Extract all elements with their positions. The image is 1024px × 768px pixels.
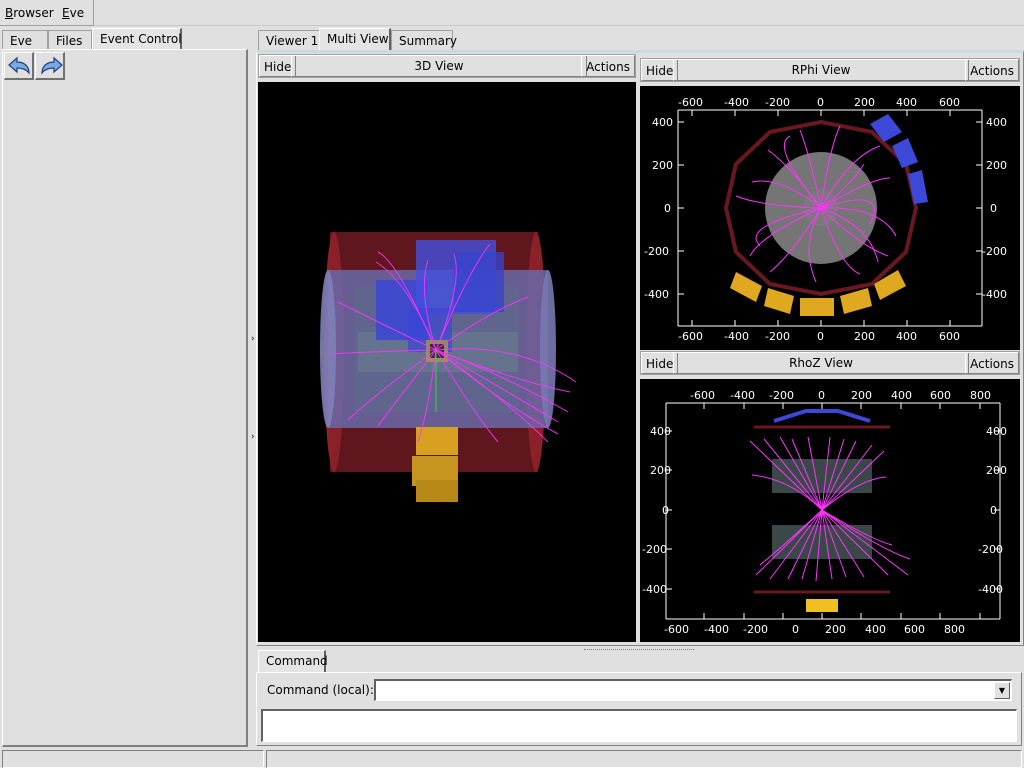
view3d-actions-button[interactable]: Actions — [581, 55, 635, 77]
left-panel: Eve Files Event Control — [0, 28, 248, 748]
menu-bar: Browser Eve — [0, 0, 1024, 26]
rphi-xtick-bottom: 200 — [854, 330, 875, 343]
rhoz-titlebar: Hide RhoZ View Actions — [640, 351, 1020, 375]
menu-group: Browser Eve — [0, 0, 94, 26]
rhoz-xtick-bottom: 0 — [792, 623, 799, 636]
rphi-xtick: -400 — [724, 96, 749, 109]
status-cell-right — [266, 750, 1022, 768]
rhoz-projection: -600 -400 -200 0 200 400 600 800 -600 -4… — [642, 389, 1007, 636]
menu-browser[interactable]: Browser — [5, 6, 54, 20]
rhoz-xtick-bottom: 800 — [944, 623, 965, 636]
rhoz-xtick-bottom: -400 — [704, 623, 729, 636]
rphi-xtick-bottom: 600 — [939, 330, 960, 343]
rphi-ytick: 400 — [652, 116, 673, 129]
rhoz-ytick-right: 400 — [986, 425, 1007, 438]
view3d-titlebar: Hide 3D View Actions — [258, 54, 636, 78]
rphi-ytick: 200 — [652, 159, 673, 172]
rphi-ytick: -400 — [644, 288, 669, 301]
rphi-xtick-bottom: -200 — [765, 330, 790, 343]
rphi-ytick-right: 200 — [986, 159, 1007, 172]
rhoz-canvas[interactable]: -600 -400 -200 0 200 400 600 800 -600 -4… — [640, 379, 1020, 642]
undo-arrow-icon — [8, 56, 30, 75]
rphi-xtick-bottom: -400 — [724, 330, 749, 343]
rphi-title: RPhi View — [791, 63, 851, 77]
tab-files[interactable]: Files — [48, 30, 92, 51]
redo-arrow-icon — [41, 56, 63, 75]
command-input[interactable]: ▼ — [374, 679, 1012, 701]
detector-3d-render — [320, 232, 577, 502]
rhoz-xtick: 600 — [930, 389, 951, 402]
tab-eve[interactable]: Eve — [2, 30, 48, 51]
command-label: Command (local): — [267, 683, 374, 697]
rphi-ytick-right: -200 — [982, 245, 1007, 258]
rphi-xtick: 0 — [817, 96, 824, 109]
rhoz-ytick-right: -400 — [978, 583, 1003, 596]
status-cell-left — [2, 750, 264, 768]
vertical-splitter[interactable]: › › — [248, 28, 256, 748]
rhoz-actions-button[interactable]: Actions — [965, 352, 1019, 374]
menu-eve[interactable]: Eve — [62, 6, 84, 20]
rhoz-xtick: 0 — [818, 389, 825, 402]
rhoz-ytick: -400 — [642, 583, 667, 596]
rphi-xtick: -200 — [765, 96, 790, 109]
rphi-canvas[interactable]: -600 -400 -200 0 200 400 600 -600 -400 -… — [640, 86, 1020, 350]
tab-viewer-1[interactable]: Viewer 1 — [258, 30, 320, 51]
event-control-panel — [2, 49, 248, 747]
rhoz-ytick: -200 — [642, 543, 667, 556]
rphi-xtick-bottom: 0 — [817, 330, 824, 343]
rhoz-xtick-bottom: -200 — [743, 623, 768, 636]
rhoz-xtick: 800 — [970, 389, 991, 402]
tab-summary[interactable]: Summary — [391, 30, 457, 51]
rhoz-title: RhoZ View — [789, 356, 853, 370]
rphi-xtick: 200 — [854, 96, 875, 109]
rhoz-xtick: -600 — [690, 389, 715, 402]
rhoz-xtick: -200 — [769, 389, 794, 402]
view3d-title: 3D View — [414, 59, 464, 73]
tab-event-control[interactable]: Event Control — [92, 28, 182, 51]
rphi-ytick-right: 0 — [990, 202, 997, 215]
tab-command[interactable]: Command — [258, 650, 328, 673]
dropdown-arrow-icon[interactable]: ▼ — [994, 682, 1010, 699]
rphi-xtick-bottom: -600 — [678, 330, 703, 343]
rhoz-ytick-right: -200 — [978, 543, 1003, 556]
horizontal-splitter[interactable] — [584, 642, 694, 650]
rhoz-xtick-bottom: 200 — [825, 623, 846, 636]
rphi-ytick: -200 — [644, 245, 669, 258]
view3d-canvas[interactable] — [258, 82, 636, 642]
command-frame: Command (local): ▼ — [256, 672, 1022, 746]
forward-button[interactable] — [35, 52, 65, 80]
rphi-actions-button[interactable]: Actions — [965, 59, 1019, 81]
rhoz-ytick: 400 — [650, 425, 671, 438]
rphi-ytick: 0 — [664, 202, 671, 215]
rphi-ytick-right: 400 — [986, 116, 1007, 129]
splitter-arrow-icon: › — [251, 432, 255, 442]
rhoz-xtick-bottom: 600 — [904, 623, 925, 636]
rhoz-xtick-bottom: 400 — [865, 623, 886, 636]
rhoz-ytick: 0 — [662, 504, 669, 517]
rphi-xtick: -600 — [678, 96, 703, 109]
rhoz-ytick-right: 200 — [986, 464, 1007, 477]
rphi-ytick-right: -400 — [982, 288, 1007, 301]
status-bar — [0, 749, 1024, 768]
rhoz-ytick: 200 — [650, 464, 671, 477]
splitter-arrow-icon: › — [251, 334, 255, 344]
rphi-titlebar: Hide RPhi View Actions — [640, 58, 1020, 82]
rphi-projection: -600 -400 -200 0 200 400 600 -600 -400 -… — [644, 96, 1007, 343]
back-button[interactable] — [4, 52, 34, 80]
rhoz-ytick-right: 0 — [990, 504, 997, 517]
rphi-xtick: 400 — [896, 96, 917, 109]
rhoz-xtick: -400 — [730, 389, 755, 402]
rhoz-xtick: 400 — [891, 389, 912, 402]
rhoz-xtick-bottom: -600 — [664, 623, 689, 636]
tab-multi-view[interactable]: Multi View — [319, 28, 391, 51]
rphi-xtick: 600 — [939, 96, 960, 109]
rphi-xtick-bottom: 400 — [896, 330, 917, 343]
command-output[interactable] — [261, 709, 1017, 742]
rhoz-xtick: 200 — [851, 389, 872, 402]
viewer-panel: Viewer 1 Multi View Summary Hide 3D View… — [256, 28, 1024, 648]
command-area: Command Command (local): ▼ — [256, 650, 1024, 748]
